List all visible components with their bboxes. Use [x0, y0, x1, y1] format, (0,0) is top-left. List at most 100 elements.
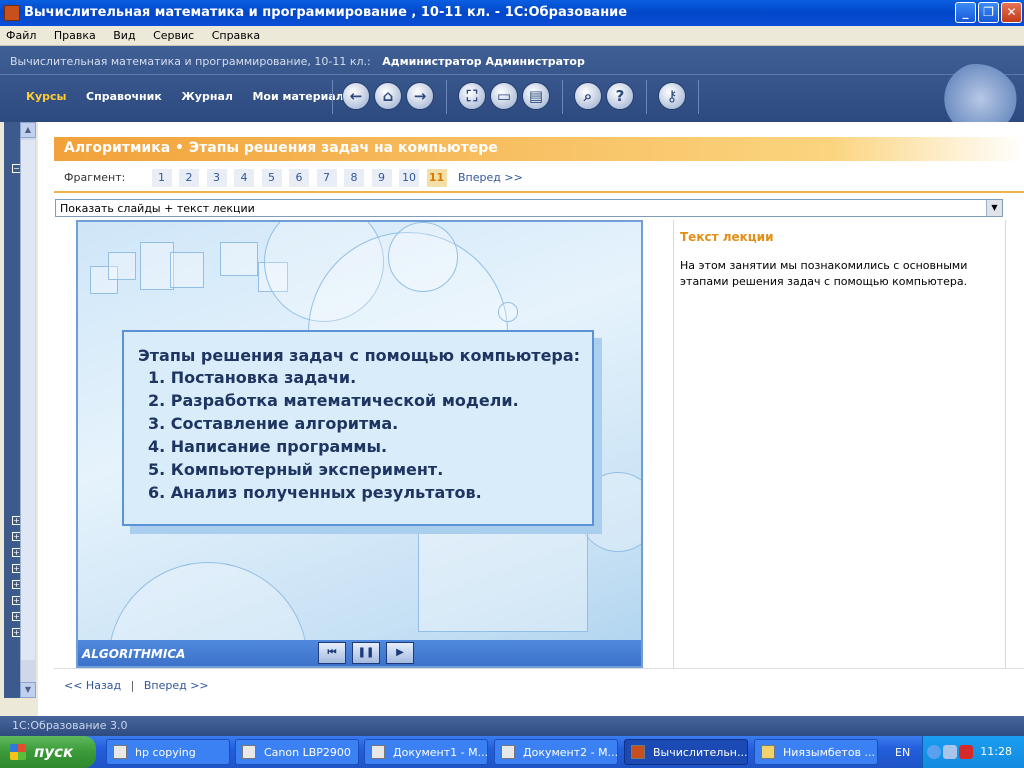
minimize-button[interactable]: _ [955, 2, 976, 23]
network-icon[interactable] [943, 745, 957, 759]
view-mode-select[interactable]: Показать слайды + текст лекции ▼ [55, 199, 1003, 217]
taskbar-item[interactable]: Документ2 - М... [494, 739, 618, 765]
slide-viewer: Этапы решения задач с помощью компьютера… [76, 220, 643, 668]
taskbar-item-label: Документ2 - М... [523, 746, 618, 759]
main-content: Алгоритмика • Этапы решения задач на ком… [38, 122, 1024, 716]
fragment-link[interactable]: 5 [261, 169, 282, 187]
scrollbar-thumb[interactable] [21, 140, 35, 660]
taskbar: пуск hp copying Canon LBP2900 Документ1 … [0, 736, 1024, 768]
fragment-link[interactable]: 2 [179, 169, 199, 187]
start-label: пуск [34, 743, 74, 761]
slide-decoration [388, 222, 458, 292]
home-icon[interactable]: ⌂ [374, 82, 402, 110]
bottom-navigation: << Назад | Вперед >> [54, 668, 1024, 698]
course-name: Вычислительная математика и программиров… [10, 55, 371, 68]
status-bar: 1С:Образование 3.0 [0, 716, 1024, 736]
course-context: Вычислительная математика и программиров… [10, 55, 585, 68]
tab-courses[interactable]: Курсы [26, 90, 67, 103]
scroll-down-icon[interactable]: ▼ [20, 682, 36, 698]
toolbar-divider [646, 80, 647, 114]
fragment-link[interactable]: 6 [289, 169, 309, 187]
slide-step: 6. Анализ полученных результатов. [148, 483, 482, 502]
windows-logo-icon [10, 744, 26, 760]
slide-heading: Этапы решения задач с помощью компьютера… [138, 346, 581, 365]
back-link[interactable]: << Назад [64, 679, 121, 692]
taskbar-item-active[interactable]: Вычислительн... [624, 739, 748, 765]
search-icon[interactable]: ⌕ [574, 82, 602, 110]
slide-step: 3. Составление алгоритма. [148, 414, 399, 433]
help-icon[interactable]: ? [606, 82, 634, 110]
start-button[interactable]: пуск [0, 736, 96, 768]
fullscreen-icon[interactable]: ⛶ [458, 82, 486, 110]
menu-edit[interactable]: Правка [48, 26, 104, 42]
play-button[interactable]: ▶ [386, 642, 414, 664]
presentation-icon[interactable]: ▭ [490, 82, 518, 110]
slide-brand: ALGORITHMICA [82, 647, 186, 661]
fragment-link-current[interactable]: 11 [426, 169, 447, 187]
tab-my-materials[interactable]: Мои материалы [252, 90, 353, 103]
taskbar-item[interactable]: Документ1 - М... [364, 739, 488, 765]
scroll-up-icon[interactable]: ▲ [20, 122, 36, 138]
settings-key-icon[interactable]: ⚷ [658, 82, 686, 110]
window-title: Вычислительная математика и программиров… [24, 5, 628, 20]
taskbar-item[interactable]: hp copying [106, 739, 230, 765]
slide-step: 1. Постановка задачи. [148, 368, 357, 387]
taskbar-item-label: Документ1 - М... [393, 746, 488, 759]
fragment-link[interactable]: 7 [316, 169, 337, 187]
window-titlebar[interactable]: Вычислительная математика и программиров… [0, 0, 1024, 26]
taskbar-item-label: Вычислительн... [653, 746, 748, 759]
slide-decoration [108, 252, 136, 280]
app-icon [631, 745, 645, 759]
fragment-label: Фрагмент: [64, 171, 126, 184]
toolbar-divider [446, 80, 447, 114]
taskbar-item-label: Ниязымбетов ... [783, 746, 876, 759]
pause-button[interactable]: ❚❚ [352, 642, 380, 664]
slide-footer: ALGORITHMICA ⏮ ❚❚ ▶ [78, 640, 641, 666]
slide-step: 5. Компьютерный эксперимент. [148, 460, 444, 479]
printer-icon [113, 745, 127, 759]
view-mode-value: Показать слайды + текст лекции [60, 202, 255, 215]
fragment-link[interactable]: 4 [234, 169, 254, 187]
menu-file[interactable]: Файл [0, 26, 44, 42]
fragment-link[interactable]: 9 [371, 169, 392, 187]
slide-decoration [498, 302, 518, 322]
taskbar-item-label: hp copying [135, 746, 196, 759]
clock: 11:28 [980, 745, 1012, 758]
first-slide-button[interactable]: ⏮ [318, 642, 346, 664]
language-indicator[interactable]: EN [895, 746, 910, 759]
chevron-down-icon[interactable]: ▼ [986, 200, 1002, 216]
word-document-icon [371, 745, 385, 759]
fragment-link[interactable]: 8 [344, 169, 364, 187]
menu-help[interactable]: Справка [206, 26, 268, 42]
app-header: Вычислительная математика и программиров… [0, 46, 1024, 122]
taskbar-item-label: Canon LBP2900 [264, 746, 351, 759]
fragment-link[interactable]: 10 [399, 169, 419, 187]
menu-view[interactable]: Вид [107, 26, 143, 42]
fragment-navigator: Фрагмент: 1 2 3 4 5 6 7 8 9 10 11 Вперед… [64, 169, 523, 187]
print-icon[interactable]: ▤ [522, 82, 550, 110]
tab-reference[interactable]: Справочник [86, 90, 162, 103]
word-document-icon [501, 745, 515, 759]
menu-bar: Файл Правка Вид Сервис Справка [0, 26, 1024, 46]
forward-icon[interactable]: → [406, 82, 434, 110]
tray-arrow-icon[interactable] [927, 745, 941, 759]
lecture-title: Текст лекции [680, 230, 774, 244]
maximize-button[interactable]: ❐ [978, 2, 999, 23]
fragment-forward-link[interactable]: Вперед >> [458, 171, 523, 184]
slide-decoration [140, 242, 174, 290]
tab-journal[interactable]: Журнал [181, 90, 233, 103]
slide-step: 4. Написание программы. [148, 437, 388, 456]
app-icon [4, 5, 20, 21]
printer-icon [242, 745, 256, 759]
fragment-link[interactable]: 3 [206, 169, 227, 187]
antivirus-icon[interactable] [959, 745, 973, 759]
forward-link[interactable]: Вперед >> [144, 679, 209, 692]
toolbar-divider [332, 80, 333, 114]
taskbar-item[interactable]: Canon LBP2900 [235, 739, 359, 765]
taskbar-item[interactable]: Ниязымбетов ... [754, 739, 878, 765]
close-button[interactable]: ✕ [1001, 2, 1022, 23]
lecture-text-panel: Текст лекции На этом занятии мы познаком… [673, 220, 1006, 668]
fragment-link[interactable]: 1 [151, 169, 172, 187]
menu-service[interactable]: Сервис [147, 26, 202, 42]
back-icon[interactable]: ← [342, 82, 370, 110]
